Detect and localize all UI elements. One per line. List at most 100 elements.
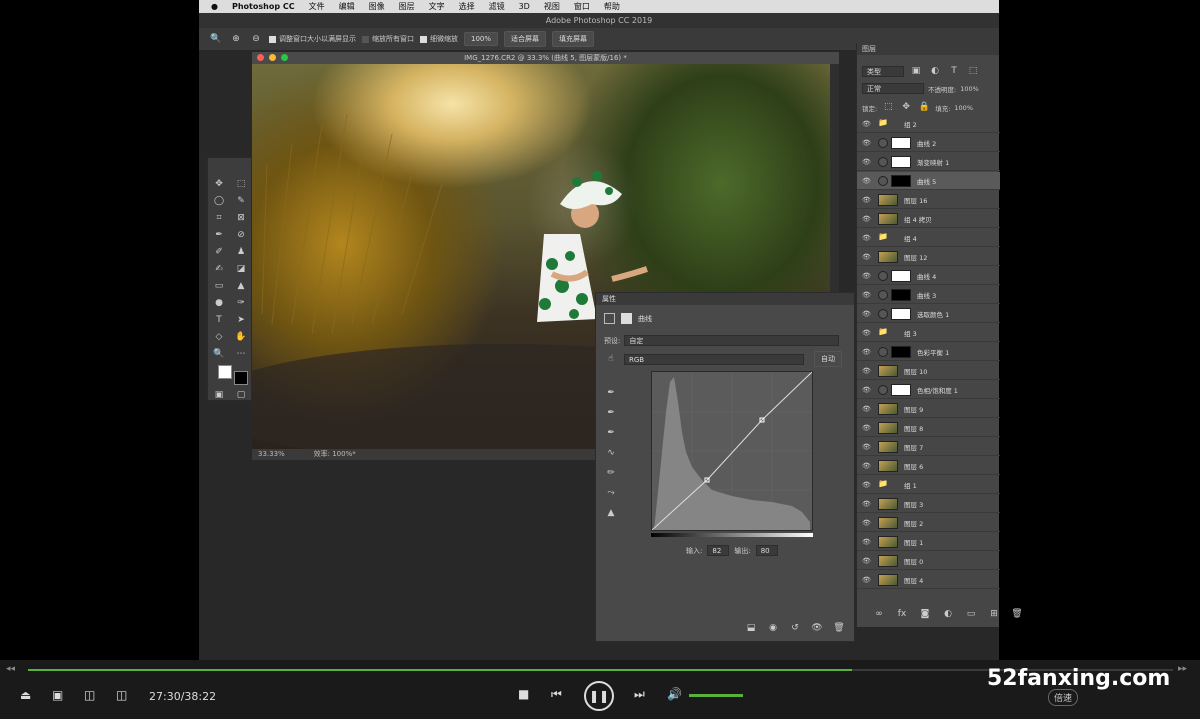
close-window-icon[interactable]	[257, 54, 264, 61]
mask-icon[interactable]	[621, 313, 632, 324]
foreground-color-swatch[interactable]	[218, 365, 232, 379]
visibility-eye-icon[interactable]: 👁	[862, 253, 872, 261]
visibility-eye-icon[interactable]: 👁	[862, 177, 872, 185]
output-field[interactable]: 80	[755, 545, 778, 556]
visibility-eye-icon[interactable]: 👁	[862, 329, 872, 337]
layer-row[interactable]: 👁 图层 1	[857, 533, 1000, 551]
filter-adjust-icon[interactable]: ◐	[928, 65, 942, 78]
speed-button[interactable]: 倍速	[1048, 689, 1079, 706]
lock-all-icon[interactable]: 🔒	[917, 101, 931, 114]
layer-row[interactable]: 👁 色相/饱和度 1	[857, 381, 1000, 399]
new-adjustment-icon[interactable]: ◐	[941, 608, 955, 621]
smooth-curve-icon[interactable]: ⤳	[604, 487, 618, 500]
zoom-level[interactable]: 33.33%	[258, 450, 285, 458]
view-previous-icon[interactable]: ◉	[766, 622, 780, 635]
previous-icon[interactable]: ⏮	[551, 687, 562, 702]
gray-point-eyedropper-icon[interactable]: ✒	[604, 407, 618, 420]
subtitle-icon[interactable]: ▣	[52, 688, 63, 702]
fit-screen-button[interactable]: 适合屏幕	[504, 31, 547, 47]
layer-mask-thumbnail[interactable]	[891, 174, 911, 187]
curves-graph[interactable]	[651, 371, 813, 531]
menu-edit[interactable]: 编辑	[339, 1, 355, 12]
marquee-tool-icon[interactable]: ⬚	[234, 178, 248, 191]
layer-row[interactable]: 👁 📁 组 4	[857, 229, 1000, 247]
layer-row[interactable]: 👁 图层 8	[857, 419, 1000, 437]
next-icon[interactable]: ⏭	[634, 687, 645, 702]
zoom-in-icon[interactable]: ⊕	[229, 33, 243, 46]
filter-type-icon[interactable]: T	[947, 65, 961, 78]
pen-tool-icon[interactable]: ✑	[234, 297, 248, 310]
fill-value[interactable]: 100%	[954, 104, 973, 112]
quick-mask-icon[interactable]: ▣	[212, 389, 226, 402]
white-point-eyedropper-icon[interactable]: ✒	[604, 427, 618, 440]
clipping-warning-icon[interactable]: ▲	[604, 507, 618, 520]
visibility-eye-icon[interactable]: 👁	[862, 405, 872, 413]
layer-mask-thumbnail[interactable]	[891, 136, 911, 149]
visibility-eye-icon[interactable]: 👁	[862, 481, 872, 489]
forward-icon[interactable]: ▸▸	[1178, 664, 1187, 674]
visibility-eye-icon[interactable]: 👁	[862, 443, 872, 451]
visibility-eye-icon[interactable]: 👁	[862, 538, 872, 546]
delete-icon[interactable]: 🗑	[832, 622, 846, 635]
layer-mask-thumbnail[interactable]	[891, 383, 911, 396]
fx-icon[interactable]: fx	[895, 608, 909, 621]
visibility-eye-icon[interactable]: 👁	[862, 234, 872, 242]
eject-icon[interactable]: ⏏	[20, 688, 31, 702]
brush-tool-icon[interactable]: ✐	[212, 246, 226, 259]
move-tool-icon[interactable]: ✥	[212, 178, 226, 191]
path-select-icon[interactable]: ➤	[234, 314, 248, 327]
layer-row[interactable]: 👁 图层 3	[857, 495, 1000, 513]
layer-row[interactable]: 👁 📁 组 3	[857, 324, 1000, 342]
layer-mask-thumbnail[interactable]	[891, 345, 911, 358]
screen-icon[interactable]: ◫	[116, 688, 127, 702]
menu-3d[interactable]: 3D	[519, 2, 530, 11]
quick-select-tool-icon[interactable]: ✎	[234, 195, 248, 208]
zoom-100-button[interactable]: 100%	[464, 32, 499, 46]
eyedropper-tool-icon[interactable]: ✒	[212, 229, 226, 242]
shape-tool-icon[interactable]: ◇	[212, 331, 226, 344]
visibility-eye-icon[interactable]: 👁	[862, 158, 872, 166]
new-layer-icon[interactable]: ⊞	[987, 608, 1001, 621]
visibility-eye-icon[interactable]: 👁	[862, 500, 872, 508]
healing-tool-icon[interactable]: ⊘	[234, 229, 248, 242]
blend-mode-select[interactable]: 正常	[862, 83, 924, 94]
visibility-eye-icon[interactable]: 👁	[862, 576, 872, 584]
rewind-icon[interactable]: ◂◂	[6, 664, 15, 674]
zoom-out-icon[interactable]: ⊖	[249, 33, 263, 46]
visibility-eye-icon[interactable]: 👁	[862, 462, 872, 470]
background-color-swatch[interactable]	[234, 371, 248, 385]
layer-row[interactable]: 👁 曲线 2	[857, 134, 1000, 152]
history-brush-icon[interactable]: ✍	[212, 263, 226, 276]
menu-image[interactable]: 图像	[369, 1, 385, 12]
input-field[interactable]: 82	[707, 545, 730, 556]
type-tool-icon[interactable]: T	[212, 314, 226, 327]
minimize-window-icon[interactable]	[269, 54, 276, 61]
menu-type[interactable]: 文字	[429, 1, 445, 12]
layer-row[interactable]: 👁 图层 12	[857, 248, 1000, 266]
layer-mask-thumbnail[interactable]	[891, 155, 911, 168]
layer-mask-thumbnail[interactable]	[891, 269, 911, 282]
visibility-eye-icon[interactable]: 👁	[862, 519, 872, 527]
channel-select[interactable]: RGB	[624, 353, 804, 365]
new-group-icon[interactable]: ▭	[964, 608, 978, 621]
visibility-eye-icon[interactable]: 👁	[862, 367, 872, 375]
blur-tool-icon[interactable]: ▲	[234, 280, 248, 293]
layer-row[interactable]: 👁 图层 4	[857, 571, 1000, 589]
pause-button[interactable]: ❚❚	[584, 681, 614, 711]
filter-kind-select[interactable]: 类型	[862, 66, 904, 77]
black-point-eyedropper-icon[interactable]: ✒	[604, 387, 618, 400]
more-tools-icon[interactable]: ⋯	[234, 348, 248, 361]
visibility-eye-icon[interactable]: 👁	[862, 139, 872, 147]
auto-button[interactable]: 自动	[814, 351, 842, 367]
screen-mode-icon[interactable]: ▢	[234, 389, 248, 402]
volume-icon[interactable]: 🔊	[667, 687, 682, 701]
zoom-tool-side-icon[interactable]: 🔍	[212, 348, 226, 361]
layer-row[interactable]: 👁 曲线 3	[857, 286, 1000, 304]
lasso-tool-icon[interactable]: ◯	[212, 195, 226, 208]
volume-slider[interactable]	[689, 694, 743, 697]
layer-row[interactable]: 👁 色彩平衡 1	[857, 343, 1000, 361]
layer-row[interactable]: 👁 曲线 5	[857, 172, 1000, 190]
menu-window[interactable]: 窗口	[574, 1, 590, 12]
filter-shape-icon[interactable]: ⬚	[966, 65, 980, 78]
layer-row[interactable]: 👁 图层 9	[857, 400, 1000, 418]
